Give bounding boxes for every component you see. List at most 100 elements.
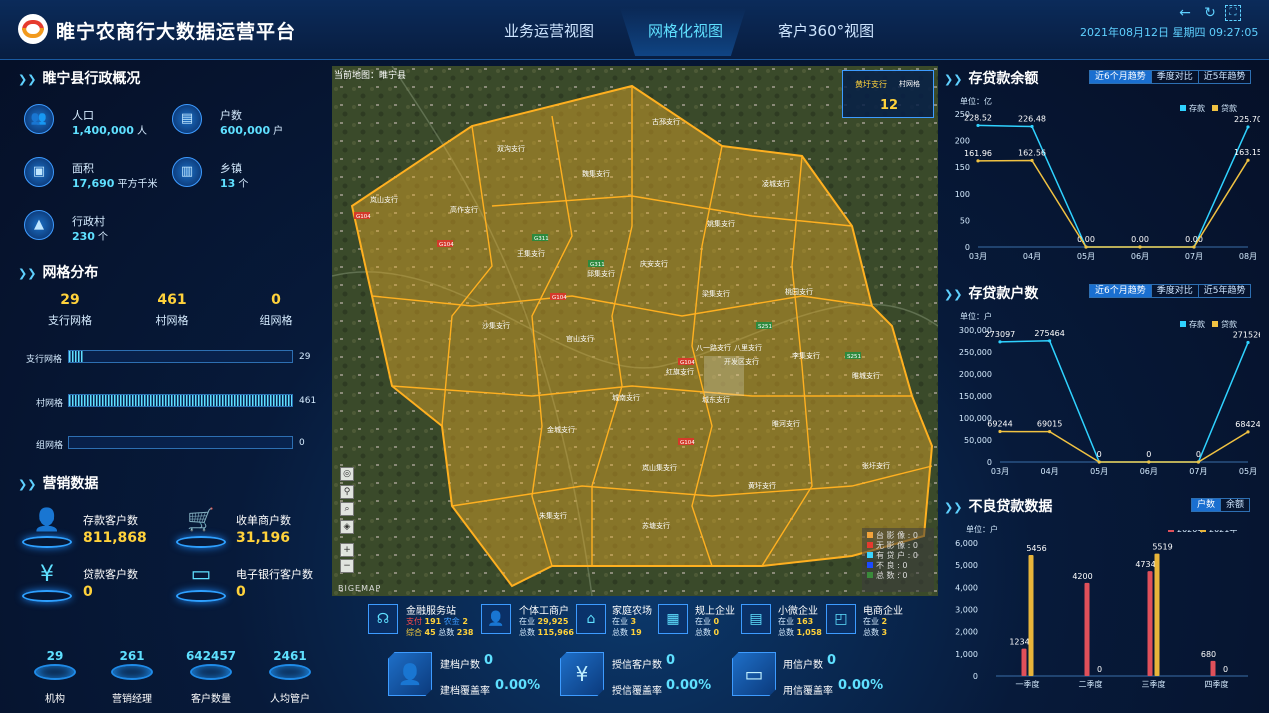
branch-label: 沙集支行 <box>482 321 510 330</box>
loan-customer-icon: ¥ <box>22 560 72 604</box>
zoom-in-icon[interactable]: + <box>340 543 354 557</box>
branch-label: 李集支行 <box>792 351 820 360</box>
data-label: 162.56 <box>1018 149 1046 158</box>
branch-label: 八里支行 <box>734 343 762 352</box>
layers-icon[interactable]: ◈ <box>340 520 354 534</box>
road-label: G104 <box>680 440 695 446</box>
family-farm-title: 家庭农场 <box>612 606 652 617</box>
e-bank-customers-value: 0 <box>236 584 246 600</box>
villages-label: 行政村 <box>72 215 105 228</box>
bar-label-village: 村网格 <box>36 399 64 409</box>
btn-quarter-compare[interactable]: 季度对比 <box>1152 71 1199 83</box>
branch-label: 庆安支行 <box>640 259 668 268</box>
tab-grid-view[interactable]: 网格化视图 <box>648 20 723 41</box>
data-label: 0 <box>1146 450 1151 459</box>
btn-5-year-trend[interactable]: 近5年趋势 <box>1199 71 1251 83</box>
small-biz-title: 小微企业 <box>778 606 818 617</box>
bar <box>1084 582 1090 676</box>
data-label: 275464 <box>1034 329 1065 338</box>
pin-icon[interactable]: ⚲ <box>340 485 354 499</box>
data-point <box>1138 245 1142 249</box>
large-enterprise-row1: 在业 0 <box>695 617 720 626</box>
legend-swatch <box>1180 321 1186 327</box>
y-tick-label: 150,000 <box>959 392 992 401</box>
selected-branch-box[interactable]: 黄圩支行 村网格 12 <box>842 70 934 118</box>
service-station-row2: 综合 45 总数 238 <box>406 628 474 637</box>
admin-section-title: ❯❯ 睢宁县行政概况 <box>18 68 140 88</box>
branch-label: 岚山支行 <box>370 195 398 204</box>
legend-item: 总 数 : 0 <box>867 571 929 581</box>
area-icon: ▣ <box>24 157 54 187</box>
individual-biz-row1: 在业 29,925 <box>519 617 569 626</box>
locate-icon[interactable]: ◎ <box>340 467 354 481</box>
data-point <box>1246 430 1250 434</box>
kpi-customers-label: 客户数量 <box>191 694 231 705</box>
btn-households[interactable]: 户数 <box>1192 499 1222 511</box>
shopping-bag-icon: ◰ <box>826 604 856 634</box>
x-tick-label: 03月 <box>969 252 987 261</box>
btn-quarter-compare[interactable]: 季度对比 <box>1152 285 1199 297</box>
y-tick-label: 5,000 <box>955 561 978 570</box>
back-icon[interactable]: ← <box>1175 4 1195 22</box>
x-tick-label: 07月 <box>1185 252 1203 261</box>
branch-label: 桃园支行 <box>785 287 813 296</box>
farm-icon: ⌂ <box>576 604 606 634</box>
branch-label: 睢城支行 <box>852 371 880 380</box>
btn-balance[interactable]: 余额 <box>1221 499 1249 511</box>
filed-households-value: 0 <box>484 653 494 668</box>
county-map[interactable]: 古邳支行 魏集支行 双沟支行 岚山支行 高作支行 王集支行 庆安支行 姚集支行 … <box>332 66 938 596</box>
headset-icon: ☊ <box>368 604 398 634</box>
selected-branch-value: 12 <box>879 98 899 113</box>
legend-swatch <box>1212 105 1218 111</box>
merchant-icon: 🛒 <box>176 506 226 550</box>
kpi-institutions-label: 机构 <box>45 694 65 705</box>
btn-6-month-trend[interactable]: 近6个月趋势 <box>1090 285 1152 297</box>
legend-swatch <box>867 572 873 578</box>
map-svg[interactable]: 古邳支行 魏集支行 双沟支行 岚山支行 高作支行 王集支行 庆安支行 姚集支行 … <box>332 66 938 596</box>
building-icon: ▦ <box>658 604 688 634</box>
data-label: 0.00 <box>1131 235 1149 244</box>
branch-label: 王集支行 <box>517 249 545 258</box>
y-tick-label: 4,000 <box>955 583 978 592</box>
kpi-ring <box>269 664 311 680</box>
npl-chart: 0 1,000 2,000 3,000 4,000 5,000 6,000 一季度 1234 54… <box>955 530 1248 689</box>
deposit-balance-title: ❯❯ 存贷款余额 <box>944 71 1039 87</box>
legend-item: 有 贷 户 : 0 <box>867 551 929 561</box>
y-tick-label: 3,000 <box>955 606 978 615</box>
bar-fill-village <box>69 395 292 406</box>
btn-5-year-trend[interactable]: 近5年趋势 <box>1199 285 1251 297</box>
admin-title-text: 睢宁县行政概况 <box>42 71 141 87</box>
data-point <box>998 429 1002 434</box>
y-tick-label: 100 <box>955 190 970 199</box>
area-value: 17,690 平方千米 <box>72 177 158 190</box>
refresh-icon[interactable]: ↻ <box>1200 4 1220 22</box>
zoom-out-icon[interactable]: − <box>340 559 354 573</box>
data-point <box>976 123 980 128</box>
kpi-ring <box>34 664 76 680</box>
legend-swatch <box>867 532 873 538</box>
ecommerce-row2: 总数 3 <box>863 628 888 637</box>
village-icon: ▲ <box>24 210 54 240</box>
data-label: 0 <box>1196 450 1201 459</box>
fullscreen-icon[interactable]: ⛶ <box>1225 5 1241 21</box>
y-tick-label: 200 <box>955 137 970 146</box>
legend-label: 存款 <box>1189 319 1205 329</box>
x-tick-label: 06月 <box>1131 252 1149 261</box>
legend-swatch <box>867 552 873 558</box>
data-point <box>1246 158 1250 162</box>
legend-label: 贷款 <box>1221 103 1237 113</box>
deposit-balance-toggle: 近6个月趋势 季度对比 近5年趋势 <box>1089 70 1252 84</box>
y-tick-label: 0 <box>965 243 970 252</box>
branch-label: 姚集支行 <box>707 219 735 228</box>
group-grid-count: 0 <box>271 292 281 308</box>
tab-customer-360[interactable]: 客户360°视图 <box>778 20 874 41</box>
search-pin-icon[interactable]: ⌕ <box>340 502 354 516</box>
tab-business-ops[interactable]: 业务运营视图 <box>504 20 594 41</box>
data-point <box>1030 124 1034 129</box>
datetime: 2021年08月12日 星期四 09:27:05 <box>1080 26 1259 39</box>
branch-label: 朱集支行 <box>539 511 567 520</box>
npl-title: ❯❯ 不良贷款数据 <box>944 499 1053 515</box>
deposit-customer-icon: 👤 <box>22 506 72 550</box>
x-tick-label: 04月 <box>1041 467 1059 476</box>
btn-6-month-trend[interactable]: 近6个月趋势 <box>1090 71 1152 83</box>
